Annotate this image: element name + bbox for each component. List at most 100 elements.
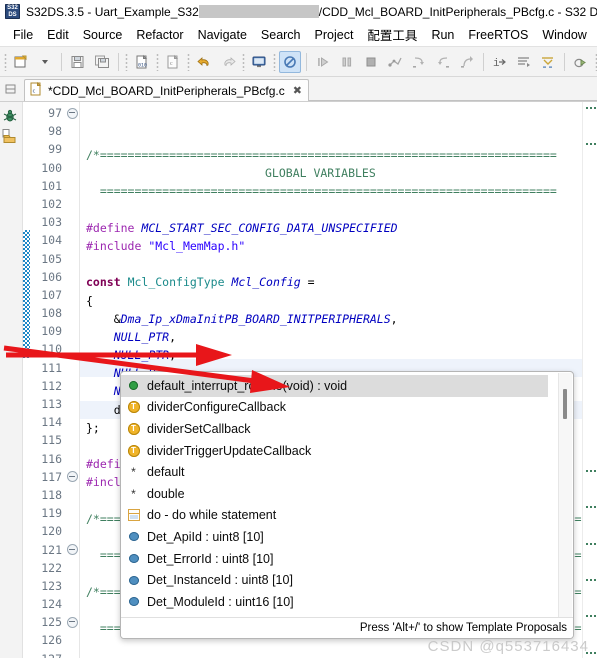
undo-button[interactable]: [193, 51, 215, 73]
drop-to-frame-button[interactable]: [513, 51, 535, 73]
proposal-item[interactable]: Det_ApiId : uint8 [10]: [121, 526, 573, 548]
line-number: 125: [41, 615, 62, 630]
line-number: 105: [41, 251, 62, 266]
window-title-prefix: S32DS.3.5 - Uart_Example_S32: [26, 4, 199, 19]
line-number: 102: [41, 196, 62, 211]
fold-collapse-icon[interactable]: [65, 541, 79, 559]
fold-empty: [65, 159, 79, 177]
overview-ruler[interactable]: [582, 102, 597, 658]
toolbar-grip-4[interactable]: [187, 52, 190, 71]
menu-file[interactable]: File: [6, 26, 40, 44]
line-number: 114: [41, 415, 62, 430]
fold-empty: [65, 377, 79, 395]
editor-tab-cdd-mcl-pbcfg[interactable]: c *CDD_Mcl_BOARD_InitPeripherals_PBcfg.c…: [24, 79, 309, 101]
menu-refactor[interactable]: Refactor: [129, 26, 190, 44]
proposal-item[interactable]: default_interrupt_routine(void) : void: [121, 375, 548, 397]
clean-page-button[interactable]: c: [162, 51, 184, 73]
step-return-button[interactable]: [456, 51, 478, 73]
editor-tab-bar: c *CDD_Mcl_BOARD_InitPeripherals_PBcfg.c…: [0, 77, 597, 102]
debug-launch-button[interactable]: [570, 51, 592, 73]
save-all-button[interactable]: [91, 51, 113, 73]
fold-empty: [65, 395, 79, 413]
toolbar-grip-2[interactable]: [125, 52, 128, 71]
menu-run[interactable]: Run: [424, 26, 461, 44]
instruction-stepping-button[interactable]: i: [489, 51, 511, 73]
fold-collapse-icon[interactable]: [65, 104, 79, 122]
banner-title: GLOBAL VARIABLES: [265, 166, 376, 181]
disconnect-button[interactable]: [384, 51, 406, 73]
menu-config-tools[interactable]: 配置工具: [360, 23, 424, 46]
build-binary-button[interactable]: 010: [131, 51, 153, 73]
menu-project[interactable]: Project: [308, 26, 361, 44]
new-file-button[interactable]: [10, 51, 32, 73]
proposal-label: default_interrupt_routine(void) : void: [147, 378, 348, 393]
scrollbar-thumb[interactable]: [563, 389, 567, 419]
svg-text:i: i: [493, 58, 500, 70]
editor-tab-handle[interactable]: [0, 77, 22, 101]
proposal-item[interactable]: Det_ModuleId : uint16 [10]: [121, 591, 573, 613]
use-step-filters-button[interactable]: [537, 51, 559, 73]
fold-empty: [65, 195, 79, 213]
overview-marker: [586, 579, 596, 581]
skip-all-breakpoints-button[interactable]: [279, 50, 301, 73]
close-x-icon[interactable]: ✖: [293, 84, 302, 97]
proposal-item[interactable]: * default: [121, 461, 573, 483]
type-badge-icon: T: [126, 421, 141, 436]
proposal-item[interactable]: do - do while statement: [121, 505, 573, 527]
fold-collapse-icon[interactable]: [65, 613, 79, 631]
s32ds-logo-icon: S32 DS: [5, 4, 20, 19]
proposal-item[interactable]: TdividerSetCallback: [121, 418, 573, 440]
editor-left-rail: [0, 102, 23, 658]
fold-empty: [65, 522, 79, 540]
code-line: NULL_PTR,: [113, 329, 177, 344]
proposal-item[interactable]: TdividerConfigureCallback: [121, 397, 573, 419]
toolbar-grip-3[interactable]: [156, 52, 159, 71]
proposal-item[interactable]: Det_InstanceId : uint8 [10]: [121, 569, 573, 591]
content-assist-list[interactable]: default_interrupt_routine(void) : void Td…: [121, 372, 573, 634]
redacted-path-block: [198, 4, 319, 18]
code-line: GLOBAL VARIABLES: [80, 164, 582, 182]
menu-bar: File Edit Source Refactor Navigate Searc…: [0, 23, 597, 46]
bug-icon[interactable]: [0, 106, 20, 126]
toolbar-grip[interactable]: [4, 52, 7, 71]
fold-empty: [65, 304, 79, 322]
new-dropdown-button[interactable]: [34, 51, 56, 73]
line-number: 110: [41, 342, 62, 357]
toolbar-grip-5[interactable]: [242, 52, 245, 71]
menu-search[interactable]: Search: [254, 26, 308, 44]
proposal-item[interactable]: Det_ErrorId : uint8 [10]: [121, 548, 573, 570]
terminate-button[interactable]: [360, 51, 382, 73]
fold-empty: [65, 413, 79, 431]
fold-collapse-icon[interactable]: [65, 468, 79, 486]
fold-empty: [65, 577, 79, 595]
menu-freertos[interactable]: FreeRTOS: [461, 26, 535, 44]
proposal-item[interactable]: * double: [121, 483, 573, 505]
content-assist-popup[interactable]: default_interrupt_routine(void) : void Td…: [120, 371, 574, 639]
menu-edit[interactable]: Edit: [40, 26, 76, 44]
suspend-button[interactable]: [336, 51, 358, 73]
save-button[interactable]: [67, 51, 89, 73]
proposal-item[interactable]: TdividerTriggerUpdateCallback: [121, 440, 573, 462]
step-over-button[interactable]: [432, 51, 454, 73]
template-proposal-hint: Press 'Alt+/' to show Template Proposals: [359, 622, 567, 634]
menu-source[interactable]: Source: [76, 26, 130, 44]
resume-button[interactable]: [312, 51, 334, 73]
fold-empty: [65, 250, 79, 268]
folder-document-icon[interactable]: [0, 126, 20, 146]
line-number: 123: [41, 578, 62, 593]
content-assist-scrollbar[interactable]: [558, 373, 572, 617]
line-number: 119: [41, 506, 62, 521]
menu-window[interactable]: Window: [535, 26, 593, 44]
redo-button[interactable]: [217, 51, 239, 73]
asterisk-icon: *: [131, 486, 136, 501]
proposal-label: Det_InstanceId : uint8 [10]: [147, 573, 293, 588]
code-line: {: [86, 293, 93, 308]
type-badge-icon: T: [126, 400, 141, 415]
change-bar-marker: [23, 230, 30, 358]
chevron-down-icon: [42, 59, 48, 64]
menu-navigate[interactable]: Navigate: [191, 26, 254, 44]
console-button[interactable]: [248, 51, 270, 73]
step-into-button[interactable]: [408, 51, 430, 73]
toolbar-grip-6[interactable]: [273, 52, 276, 71]
